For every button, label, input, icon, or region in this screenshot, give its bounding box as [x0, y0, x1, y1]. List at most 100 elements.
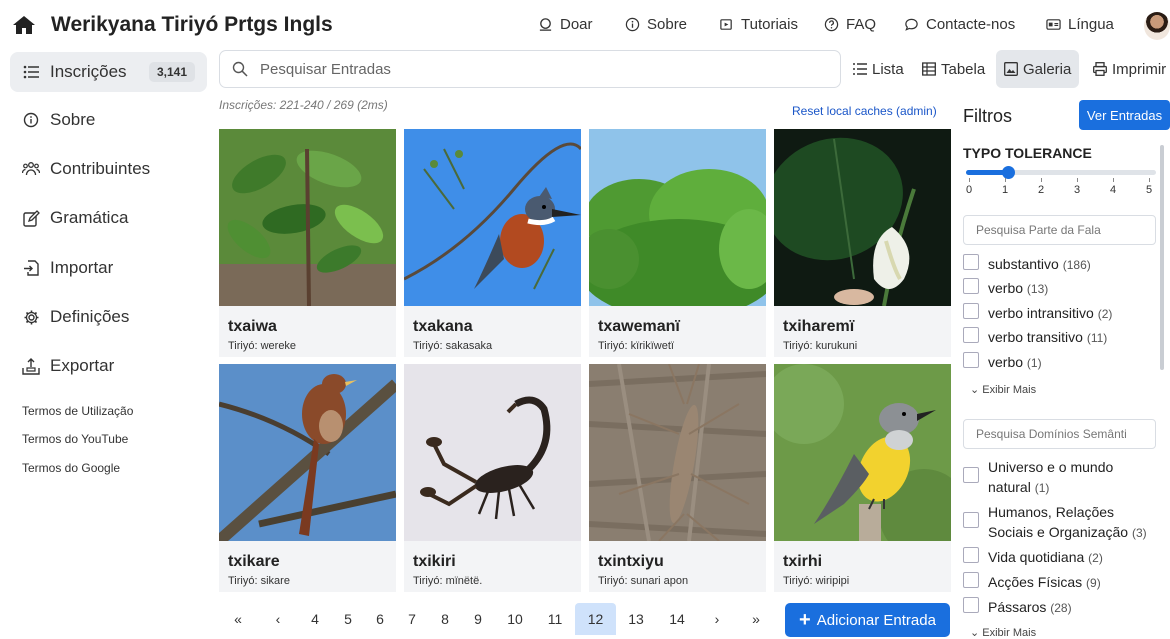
view-gallery-button[interactable]: Galeria	[996, 50, 1080, 88]
entry-gloss: Tiriyó: sakasaka	[413, 340, 493, 352]
sidebar-item-definicoes[interactable]: Definições	[10, 297, 207, 337]
tutorials-link[interactable]: Tutoriais	[719, 16, 798, 33]
filter-option[interactable]: verbo (1)	[963, 352, 1163, 373]
sidebar-item-contribuintes[interactable]: Contribuintes	[10, 149, 207, 189]
last-page-button[interactable]: »	[742, 603, 770, 635]
semantic-domain-search[interactable]	[963, 419, 1156, 449]
google-terms-link[interactable]: Termos do Google	[22, 461, 120, 475]
chevron-down-icon: ⌄	[970, 384, 980, 396]
add-entry-button[interactable]: + Adicionar Entrada	[785, 603, 950, 637]
faq-link[interactable]: FAQ	[824, 16, 876, 33]
filters-title: Filtros	[963, 106, 1012, 126]
prev-page-button[interactable]: ‹	[264, 603, 292, 635]
filter-option[interactable]: substantivo (186)	[963, 254, 1163, 275]
filter-option[interactable]: Acções Físicas (9)	[963, 572, 1163, 593]
white-flower-image	[774, 129, 951, 306]
next-page-button[interactable]: ›	[703, 603, 731, 635]
people-icon	[22, 160, 40, 178]
checkbox[interactable]	[963, 327, 979, 343]
slider-tick-label: 5	[1145, 184, 1153, 196]
sidebar-item-inscricoes[interactable]: Inscrições 3,141	[10, 52, 207, 92]
slider-tick-label: 4	[1109, 184, 1117, 196]
checkbox[interactable]	[963, 512, 979, 528]
part-of-speech-search[interactable]	[963, 215, 1156, 245]
slider-tick-mark	[1077, 178, 1078, 182]
show-more-button[interactable]: ⌄ Exibir Mais	[970, 383, 1036, 396]
chevron-down-icon: ⌄	[970, 627, 980, 639]
filter-option-count: (2)	[1088, 551, 1103, 565]
typo-tolerance-slider[interactable]	[966, 166, 1156, 179]
sidebar-item-gramatica[interactable]: Gramática	[10, 198, 207, 238]
filters-scrollbar[interactable]	[1160, 145, 1164, 370]
sidebar-item-exportar[interactable]: Exportar	[10, 346, 207, 386]
filter-option[interactable]: verbo (13)	[963, 278, 1163, 299]
slider-tick-label: 1	[1001, 184, 1009, 196]
page-button[interactable]: 13	[621, 603, 651, 635]
filter-option-count: (1)	[1026, 356, 1042, 370]
page-button[interactable]: 9	[464, 603, 492, 635]
page-button[interactable]: 8	[431, 603, 459, 635]
slider-tick-mark	[1041, 178, 1042, 182]
entry-card[interactable]: txikare Tiriyó: sikare	[219, 364, 396, 592]
question-icon	[824, 17, 839, 32]
search-box	[219, 50, 841, 88]
youtube-terms-link[interactable]: Termos do YouTube	[22, 432, 128, 446]
entry-card[interactable]: txiharemï Tiriyó: kurukuni	[774, 129, 951, 357]
checkbox[interactable]	[963, 352, 979, 368]
filter-option[interactable]: Vida quotidiana (2)	[963, 547, 1163, 568]
view-gallery-label: Galeria	[1023, 60, 1072, 78]
reset-caches-link[interactable]: Reset local caches (admin)	[792, 104, 937, 118]
checkbox[interactable]	[963, 467, 979, 483]
about-link[interactable]: Sobre	[625, 16, 687, 33]
donate-label: Doar	[560, 16, 593, 33]
view-list-button[interactable]: Lista	[845, 50, 912, 88]
checkbox[interactable]	[963, 278, 979, 294]
entry-card[interactable]: txirhi Tiriyó: wiripipi	[774, 364, 951, 592]
home-icon[interactable]	[12, 13, 36, 37]
avatar[interactable]	[1144, 12, 1170, 40]
plus-icon: +	[799, 609, 811, 631]
checkbox[interactable]	[963, 572, 979, 588]
entry-card[interactable]: txaiwa Tiriyó: wereke	[219, 129, 396, 357]
checkbox[interactable]	[963, 254, 979, 270]
show-more-button[interactable]: ⌄ Exibir Mais	[970, 626, 1036, 639]
filter-option[interactable]: verbo transitivo (11)	[963, 327, 1163, 348]
page-button[interactable]: 10	[500, 603, 530, 635]
page-button[interactable]: 4	[301, 603, 329, 635]
filter-option[interactable]: Humanos, Relações Sociais e Organização …	[963, 502, 1163, 543]
view-table-button[interactable]: Tabela	[914, 50, 993, 88]
view-entries-button[interactable]: Ver Entradas	[1079, 100, 1170, 130]
current-page-button[interactable]: 12	[575, 603, 616, 635]
checkbox[interactable]	[963, 547, 979, 563]
entry-card[interactable]: txakana Tiriyó: sakasaka	[404, 129, 581, 357]
filter-option[interactable]: Universo e o mundo natural (1)	[963, 457, 1163, 498]
donate-link[interactable]: Doar	[538, 16, 593, 33]
sidebar-item-importar[interactable]: Importar	[10, 248, 207, 288]
sidebar: Inscrições 3,141 Sobre Contribuintes Gra…	[0, 50, 210, 635]
entry-card[interactable]: txintxiyu Tiriyó: sunari apon	[589, 364, 766, 592]
print-button[interactable]: Imprimir	[1085, 50, 1170, 88]
filter-option[interactable]: verbo intransitivo (2)	[963, 303, 1163, 324]
contact-link[interactable]: Contacte-nos	[904, 16, 1015, 33]
language-link[interactable]: Língua	[1046, 16, 1114, 33]
first-page-button[interactable]: «	[224, 603, 252, 635]
page-button[interactable]: 6	[366, 603, 394, 635]
filter-option-count: (13)	[1026, 282, 1049, 296]
entry-card[interactable]: txikiri Tiriyó: mïnëtë.	[404, 364, 581, 592]
checkbox[interactable]	[963, 597, 979, 613]
search-input[interactable]	[260, 60, 820, 78]
app-title[interactable]: Werikyana Tiriyó Prtgs Ingls	[51, 13, 333, 37]
filter-option[interactable]: Pássaros (28)	[963, 597, 1163, 618]
page-button[interactable]: 14	[662, 603, 692, 635]
page-button[interactable]: 5	[334, 603, 362, 635]
slider-thumb[interactable]	[1002, 166, 1015, 179]
kingfisher-bird-image	[404, 129, 581, 306]
checkbox[interactable]	[963, 303, 979, 319]
export-icon	[22, 357, 40, 375]
entry-card[interactable]: txawemanï Tiriyó: kïrikïwetï	[589, 129, 766, 357]
sidebar-item-sobre[interactable]: Sobre	[10, 100, 207, 140]
page-button[interactable]: 7	[398, 603, 426, 635]
gallery-icon	[1004, 62, 1018, 76]
page-button[interactable]: 11	[540, 603, 570, 635]
terms-of-use-link[interactable]: Termos de Utilização	[22, 404, 133, 418]
